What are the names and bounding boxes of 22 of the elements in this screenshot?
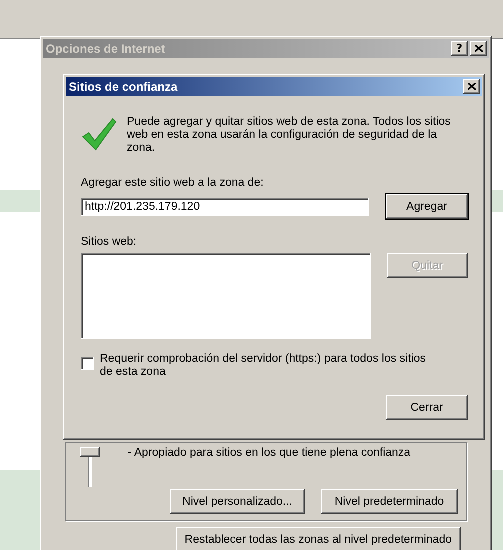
reset-zones-button[interactable]: Restablecer todas las zonas al nivel predeterminado [176, 527, 461, 550]
website-input[interactable]: http://201.235.179.120 [81, 198, 369, 216]
https-checkbox-label: Requerir comprobación del servidor (https:) para todos los sitios de esta zona [100, 353, 427, 379]
close-icon [474, 45, 482, 52]
zone-info-text: Puede agregar y quitar sitios web de esta zona. Todos los sitios web en esta zona usarán la configuración de seguridad de la zona. [127, 116, 452, 155]
close-button[interactable] [463, 79, 480, 94]
level-button[interactable]: Nivel personalizado... [170, 489, 305, 514]
help-button[interactable]: ? [451, 41, 468, 56]
close-dialog-button[interactable]: Cerrar [386, 395, 468, 420]
dialog-title: Sitios de confianza [69, 80, 179, 94]
level-button[interactable]: Nivel predeterminado [321, 489, 458, 514]
window-title: Opciones de Internet [46, 42, 166, 56]
close-icon [468, 83, 476, 90]
close-button[interactable] [470, 41, 487, 56]
zone-description: - Apropiado para sitios en los que tiene plena confianza [128, 447, 411, 459]
add-site-label: Agregar este sitio web a la zona de: [81, 177, 265, 189]
checkmark-icon [81, 116, 117, 152]
add-button[interactable]: Agregar [386, 194, 468, 219]
websites-list[interactable] [81, 253, 371, 339]
https-checkbox[interactable] [81, 357, 94, 370]
websites-label: Sitios web: [81, 236, 138, 248]
slider-thumb[interactable] [80, 447, 100, 457]
